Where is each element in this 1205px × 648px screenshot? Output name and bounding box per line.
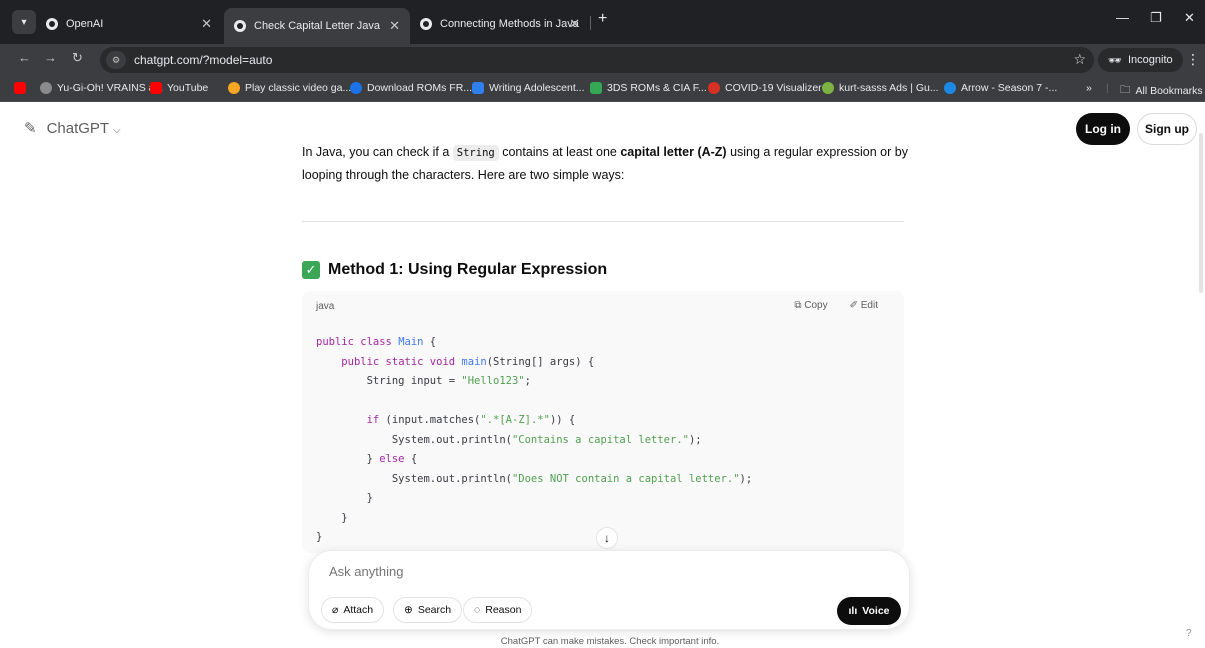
- browser-tab-strip: ▾ OpenAI ✕ Check Capital Letter Java ✕ C…: [0, 0, 1205, 44]
- code-language-label: java: [316, 301, 335, 312]
- waveform-icon: ılı: [848, 605, 858, 617]
- openai-favicon-icon: [234, 20, 246, 32]
- page-scrollbar[interactable]: [1199, 133, 1203, 293]
- assistant-intro-text: In Java, you can check if a String conta…: [302, 145, 908, 182]
- globe-icon: ⊕: [404, 604, 413, 616]
- window-close-icon[interactable]: ✕: [1184, 10, 1195, 26]
- search-button[interactable]: ⊕ Search: [393, 597, 463, 623]
- bookmark-favicon-icon: [822, 82, 834, 94]
- prompt-input[interactable]: [329, 564, 889, 579]
- composer: ⌀Attach ⊕Search ◌Reason ılıVoice: [308, 550, 910, 630]
- signup-button[interactable]: Sign up: [1137, 113, 1197, 145]
- folder-icon: 🗀: [1120, 84, 1131, 96]
- bookmark-item[interactable]: Arrow - Season 7 -...: [944, 82, 1057, 94]
- edit-code-button[interactable]: ✐ Edit: [850, 300, 878, 311]
- attach-button[interactable]: ⌀ Attach: [321, 597, 385, 623]
- tab-connecting-methods-in-java[interactable]: Connecting Methods in Java ✕: [410, 9, 590, 39]
- bookmark-favicon-icon: [472, 82, 484, 94]
- new-chat-edit-icon[interactable]: ✎: [24, 119, 37, 137]
- model-selector[interactable]: ChatGPT ⌵: [47, 120, 121, 137]
- copy-code-button[interactable]: ⧉ Copy: [794, 300, 827, 311]
- bookmark-item[interactable]: Play classic video ga...: [228, 82, 351, 94]
- bookmark-item[interactable]: COVID-19 Visualizer: [708, 82, 822, 94]
- copy-icon: ⧉: [794, 300, 802, 311]
- bookmark-item[interactable]: Writing Adolescent...: [472, 82, 585, 94]
- bookmark-favicon-icon: [944, 82, 956, 94]
- arrow-down-icon: ↓: [604, 531, 610, 545]
- check-mark-icon: ✓: [302, 261, 320, 279]
- bookmark-favicon-icon: [350, 82, 362, 94]
- bookmark-item[interactable]: kurt-sasss Ads | Gu...: [822, 82, 939, 94]
- bookmark-favicon-icon: [40, 82, 52, 94]
- tab-check-capital-letter-java[interactable]: Check Capital Letter Java ✕: [224, 8, 410, 44]
- inline-code: String: [452, 145, 499, 161]
- all-bookmarks-button[interactable]: 🗀 All Bookmarks: [1120, 82, 1203, 100]
- help-button[interactable]: ?: [1186, 628, 1192, 639]
- divider: [302, 221, 904, 222]
- code-content: public class Main { public static void m…: [316, 336, 753, 543]
- bookmark-favicon-icon: [228, 82, 240, 94]
- bookmark-item[interactable]: [14, 82, 31, 94]
- bookmark-item[interactable]: YouTube: [150, 82, 208, 94]
- new-tab-button[interactable]: +: [598, 10, 607, 28]
- openai-favicon-icon: [420, 18, 432, 30]
- bookmark-item[interactable]: Yu-Gi-Oh! VRAINS a...: [40, 82, 163, 94]
- tab-separator: [590, 16, 591, 30]
- address-bar[interactable]: ⚙ chatgpt.com/?model=auto ☆: [100, 47, 1094, 73]
- tab-openai[interactable]: OpenAI ✕: [36, 9, 222, 39]
- incognito-badge[interactable]: 🕶 Incognito: [1098, 48, 1183, 72]
- chevron-down-icon: ⌵: [113, 124, 121, 136]
- close-icon[interactable]: ✕: [389, 18, 400, 34]
- method-heading: ✓ Method 1: Using Regular Expression: [302, 261, 607, 279]
- browser-menu-icon[interactable]: ⋮: [1186, 51, 1200, 68]
- youtube-icon: [150, 82, 162, 94]
- openai-favicon-icon: [46, 18, 58, 30]
- forward-icon[interactable]: →: [44, 50, 57, 65]
- minimize-icon[interactable]: —: [1116, 10, 1129, 25]
- paperclip-icon: ⌀: [332, 604, 339, 616]
- restore-icon[interactable]: ❐: [1150, 10, 1162, 26]
- browser-toolbar: ← → ↻ ⚙ chatgpt.com/?model=auto ☆: [0, 44, 1205, 76]
- tab-search-icon[interactable]: ▾: [12, 10, 36, 34]
- header-left: ✎ ChatGPT ⌵: [24, 119, 121, 138]
- bookmarks-overflow-button[interactable]: »: [1086, 82, 1092, 94]
- code-actions: ⧉ Copy ✐ Edit: [794, 300, 878, 311]
- chatgpt-page: ✎ ChatGPT ⌵ Log in Sign up In Java, you …: [0, 103, 1205, 648]
- incognito-icon: 🕶: [1108, 54, 1122, 67]
- login-button[interactable]: Log in: [1076, 113, 1130, 145]
- close-icon[interactable]: ✕: [569, 16, 580, 32]
- close-icon[interactable]: ✕: [201, 16, 212, 32]
- bookmarks-divider: |: [1106, 82, 1109, 94]
- voice-button[interactable]: ılı Voice: [837, 597, 901, 625]
- bookmark-item[interactable]: Download ROMs FR...: [350, 82, 472, 94]
- bookmarks-bar: Yu-Gi-Oh! VRAINS a... YouTube Play class…: [0, 76, 1205, 102]
- bookmark-favicon-icon: [590, 82, 602, 94]
- youtube-icon: [14, 82, 26, 94]
- back-icon[interactable]: ←: [18, 50, 31, 65]
- code-block: java ⧉ Copy ✐ Edit public class Main { p…: [302, 291, 904, 553]
- reason-button[interactable]: ◌ Reason: [463, 597, 533, 623]
- site-settings-icon[interactable]: ⚙: [106, 51, 126, 69]
- lightbulb-icon: ◌: [474, 604, 481, 616]
- address-url[interactable]: chatgpt.com/?model=auto: [134, 53, 272, 67]
- disclaimer-text: ChatGPT can make mistakes. Check importa…: [500, 636, 720, 647]
- bookmark-item[interactable]: 3DS ROMs & CIA F...: [590, 82, 707, 94]
- scroll-to-bottom-button[interactable]: ↓: [596, 527, 618, 549]
- bookmark-star-icon[interactable]: ☆: [1073, 51, 1086, 68]
- edit-icon: ✐: [849, 300, 858, 311]
- bookmark-favicon-icon: [708, 82, 720, 94]
- reload-icon[interactable]: ↻: [72, 50, 83, 66]
